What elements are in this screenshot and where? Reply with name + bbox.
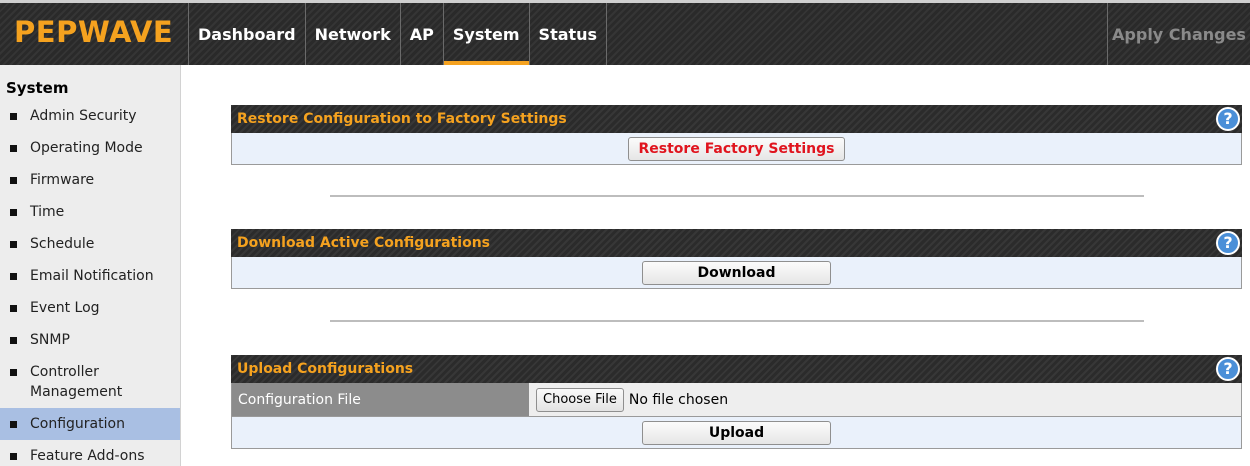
bullet-icon [10,113,17,120]
sidebar-item-controller-management[interactable]: Controller Management [0,356,180,408]
help-icon[interactable]: ? [1216,231,1240,255]
sidebar-item-snmp[interactable]: SNMP [0,324,180,356]
download-panel-title: Download Active Configurations [237,235,491,251]
download-panel-header: Download Active Configurations ? [231,229,1242,257]
bullet-icon [10,241,17,248]
upload-row: Upload [231,417,1242,449]
bullet-icon [10,337,17,344]
section-divider [330,320,1144,322]
sidebar-item-label: Event Log [30,300,100,316]
sidebar-item-label: Time [30,204,65,220]
sidebar-item-label: Firmware [30,172,95,188]
bullet-icon [10,145,17,152]
upload-panel-title: Upload Configurations [237,361,414,377]
sidebar-item-label: Controller Management [30,364,123,400]
bullet-icon [10,369,17,376]
tab-network[interactable]: Network [304,3,400,65]
restore-factory-settings-button[interactable]: Restore Factory Settings [627,136,846,161]
choose-file-button[interactable]: Choose File [536,387,624,412]
upload-button[interactable]: Upload [642,420,831,445]
sidebar-item-label: Admin Security [30,108,137,124]
sidebar-item-label: Operating Mode [30,140,143,156]
pepwave-logo[interactable]: PEPWAVE [14,15,173,49]
upload-panel-header: Upload Configurations ? [231,355,1242,383]
restore-panel: Restore Configuration to Factory Setting… [231,105,1242,165]
sidebar-item-label: Email Notification [30,268,154,284]
tab-dashboard[interactable]: Dashboard [188,3,305,65]
download-row: Download [231,257,1242,289]
sidebar: System Admin Security Operating Mode Fir… [0,65,181,466]
sidebar-item-label: Configuration [30,416,125,432]
apply-changes-button[interactable]: Apply Changes [1107,3,1250,65]
sidebar-item-event-log[interactable]: Event Log [0,292,180,324]
file-input: Choose File No file chosen [529,383,1241,416]
tab-system[interactable]: System [442,3,529,65]
download-panel: Download Active Configurations ? Downloa… [231,229,1242,289]
top-navigation-bar: PEPWAVE Dashboard Network AP System Stat… [0,0,1250,65]
sidebar-item-configuration[interactable]: Configuration [0,408,180,440]
bullet-icon [10,177,17,184]
sidebar-item-label: SNMP [30,332,70,348]
restore-panel-header: Restore Configuration to Factory Setting… [231,105,1242,133]
sidebar-item-firmware[interactable]: Firmware [0,164,180,196]
restore-row: Restore Factory Settings [231,133,1242,165]
download-button[interactable]: Download [642,260,831,285]
tab-status[interactable]: Status [528,3,608,65]
help-icon[interactable]: ? [1216,107,1240,131]
sidebar-item-email-notification[interactable]: Email Notification [0,260,180,292]
sidebar-item-time[interactable]: Time [0,196,180,228]
bullet-icon [10,453,17,460]
sidebar-item-feature-add-ons[interactable]: Feature Add-ons [0,440,180,466]
bullet-icon [10,273,17,280]
sidebar-item-schedule[interactable]: Schedule [0,228,180,260]
restore-panel-title: Restore Configuration to Factory Setting… [237,111,567,127]
upload-panel: Upload Configurations ? Configuration Fi… [231,355,1242,449]
configuration-file-label: Configuration File [232,383,529,416]
section-divider [330,195,1144,197]
file-status-text: No file chosen [628,391,729,408]
sidebar-item-operating-mode[interactable]: Operating Mode [0,132,180,164]
sidebar-item-label: Feature Add-ons [30,448,145,464]
bullet-icon [10,209,17,216]
sidebar-title: System [6,79,69,97]
bullet-icon [10,421,17,428]
main-nav: Dashboard Network AP System Status [188,3,608,65]
configuration-file-row: Configuration File Choose File No file c… [231,383,1242,417]
help-icon[interactable]: ? [1216,357,1240,381]
tab-ap[interactable]: AP [399,3,443,65]
sidebar-item-label: Schedule [30,236,95,252]
bullet-icon [10,305,17,312]
sidebar-item-admin-security[interactable]: Admin Security [0,100,180,132]
